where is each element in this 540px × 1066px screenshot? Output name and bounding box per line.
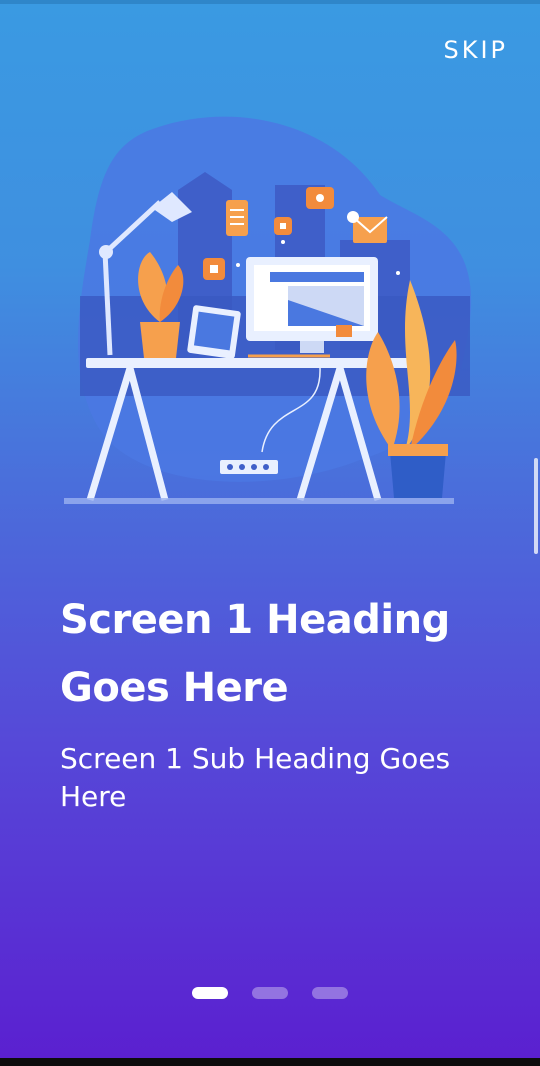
navigation-bar-strip xyxy=(0,1058,540,1066)
skip-button[interactable]: SKIP xyxy=(443,36,508,64)
page-dot-3[interactable] xyxy=(312,987,348,999)
screen-subheading: Screen 1 Sub Heading Goes Here xyxy=(60,742,451,813)
scrollbar-thumb[interactable] xyxy=(534,458,538,554)
page-dot-2[interactable] xyxy=(252,987,288,999)
workspace-illustration xyxy=(64,116,472,504)
pagination-dots xyxy=(192,987,348,999)
status-bar-strip xyxy=(0,0,540,4)
page-dot-1[interactable] xyxy=(192,987,228,999)
screen-heading: Screen 1 Heading Goes Here xyxy=(60,597,450,711)
